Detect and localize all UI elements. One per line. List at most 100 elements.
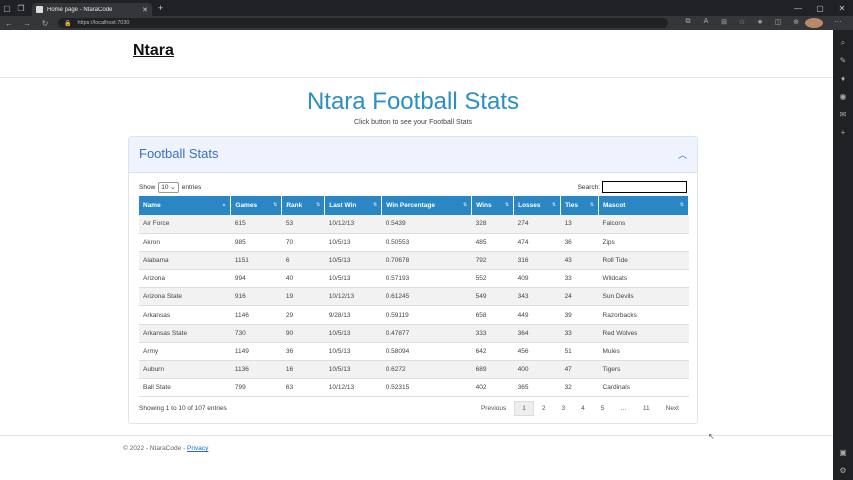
table-cell: Arkansas State bbox=[139, 324, 231, 343]
window-menu-icon[interactable]: ▢ bbox=[0, 4, 14, 13]
split-icon[interactable]: ◫ bbox=[769, 18, 787, 28]
back-icon[interactable]: ← bbox=[0, 19, 18, 28]
column-header[interactable]: Rank ⇅ bbox=[281, 196, 326, 215]
close-window-icon[interactable]: ✕ bbox=[831, 4, 853, 13]
search-icon[interactable]: ⌕ bbox=[841, 34, 845, 52]
tab-actions-icon[interactable]: ❐ bbox=[14, 4, 28, 13]
table-cell: Arkansas bbox=[139, 305, 231, 325]
brand-link[interactable]: Ntara bbox=[133, 42, 174, 60]
new-tab-icon[interactable]: + bbox=[158, 3, 163, 13]
table-cell: Arizona State bbox=[139, 287, 231, 307]
table-cell: 400 bbox=[513, 360, 561, 380]
search-input[interactable] bbox=[602, 181, 687, 193]
forward-icon[interactable]: → bbox=[18, 19, 36, 28]
table-row[interactable]: Ball State 799 63 10/12/13 0.52315 402 365 32 Ca… bbox=[139, 378, 689, 398]
table-row[interactable]: Arkansas State 730 90 10/5/13 0.47877 333 364 3… bbox=[139, 324, 689, 343]
sort-icon[interactable]: ⇅ bbox=[463, 202, 467, 208]
table-cell: 658 bbox=[471, 305, 514, 325]
column-header[interactable]: Last Win ⇅ bbox=[324, 196, 383, 215]
table-cell: Alabama bbox=[139, 251, 231, 271]
browser-tab[interactable]: Home page - NtaraCode ✕ bbox=[32, 3, 152, 16]
table-row[interactable]: Akron 985 70 10/5/13 0.50553 485 474 36 Zips bbox=[139, 233, 689, 252]
column-header[interactable]: Mascot ⇅ bbox=[598, 196, 689, 215]
close-tab-icon[interactable]: ✕ bbox=[142, 6, 148, 14]
table-cell: 29 bbox=[281, 305, 325, 325]
table-cell: 39 bbox=[560, 305, 599, 325]
table-cell: 10/5/13 bbox=[324, 269, 382, 289]
table-cell: 799 bbox=[230, 378, 282, 398]
next-page-button[interactable]: Next bbox=[658, 401, 687, 416]
table-cell: 19 bbox=[281, 287, 325, 307]
column-header[interactable]: Name ▲ bbox=[139, 196, 232, 215]
table-cell: 274 bbox=[513, 215, 561, 234]
table-row[interactable]: Auburn 1136 16 10/5/13 0.6272 689 400 47 Tigers bbox=[139, 360, 689, 380]
sort-icon[interactable]: ⇅ bbox=[505, 202, 509, 208]
table-row[interactable]: Army 1149 36 10/5/13 0.58094 642 456 51 Mules bbox=[139, 342, 689, 362]
sort-icon[interactable]: ⇅ bbox=[590, 202, 594, 208]
url-field[interactable]: 🔒 https://localhost:7030 bbox=[58, 18, 668, 28]
reload-icon[interactable]: ↻ bbox=[36, 19, 54, 28]
table-cell: Zips bbox=[598, 233, 689, 252]
tools-icon[interactable]: ✎ bbox=[840, 52, 847, 70]
sort-icon[interactable]: ⇅ bbox=[273, 202, 277, 208]
outlook-icon[interactable]: ✉ bbox=[840, 106, 847, 124]
entries-select[interactable]: 10 ⌄ bbox=[158, 182, 179, 193]
minimize-icon[interactable]: — bbox=[787, 4, 809, 13]
collections-icon[interactable]: ⊞ bbox=[715, 18, 733, 28]
sort-icon[interactable]: ⇅ bbox=[373, 202, 377, 208]
page-button[interactable]: 4 bbox=[573, 401, 593, 416]
table-cell: Sun Devils bbox=[598, 287, 689, 307]
office-icon[interactable]: ◉ bbox=[840, 88, 847, 106]
table-cell: 456 bbox=[513, 342, 561, 362]
column-header[interactable]: Wins ⇅ bbox=[471, 196, 515, 215]
table-cell: Red Wolves bbox=[598, 324, 689, 343]
sort-icon[interactable]: ⇅ bbox=[552, 202, 556, 208]
app-available-icon[interactable]: ⧉ bbox=[679, 18, 697, 28]
games-icon[interactable]: ♦ bbox=[841, 70, 845, 88]
table-row[interactable]: Arizona State 916 19 10/12/13 0.61245 549 343 2… bbox=[139, 287, 689, 307]
sort-icon[interactable]: ⇅ bbox=[316, 202, 320, 208]
table-cell: 16 bbox=[281, 360, 325, 380]
stats-card-header[interactable]: Football Stats ︿ bbox=[129, 137, 697, 173]
settings-icon[interactable]: ⚙ bbox=[839, 462, 846, 480]
page-button[interactable]: 5 bbox=[593, 401, 613, 416]
sort-icon[interactable]: ⇅ bbox=[680, 202, 684, 208]
table-cell: 994 bbox=[230, 269, 282, 289]
profile-sync-icon[interactable]: ⊕ bbox=[787, 18, 805, 28]
table-row[interactable]: Arizona 994 40 10/5/13 0.57193 552 409 33 Wildca… bbox=[139, 269, 689, 289]
table-cell: 365 bbox=[513, 378, 561, 398]
read-aloud-icon[interactable]: A bbox=[697, 18, 715, 28]
mouse-cursor-icon: ↖ bbox=[708, 432, 715, 441]
stats-table: Name ▲ Games ⇅ Rank ⇅ Last Win ⇅ Win Percentage ⇅… bbox=[139, 196, 689, 398]
more-menu-icon[interactable]: ⋯ bbox=[829, 18, 847, 28]
table-cell: 364 bbox=[513, 324, 561, 343]
url-text: https://localhost:7030 bbox=[77, 20, 130, 26]
table-cell: 10/5/13 bbox=[324, 324, 382, 343]
favorites-list-icon[interactable]: ★ bbox=[751, 18, 769, 28]
favorite-icon[interactable]: ☆ bbox=[733, 18, 751, 28]
table-cell: 0.52315 bbox=[381, 378, 472, 398]
privacy-link[interactable]: Privacy bbox=[187, 445, 208, 452]
table-cell: 449 bbox=[513, 305, 561, 325]
column-header[interactable]: Win Percentage ⇅ bbox=[381, 196, 473, 215]
table-controls: Show 10 ⌄ entries Search: bbox=[139, 179, 687, 195]
page-button[interactable]: 11 bbox=[635, 401, 658, 416]
add-sidebar-icon[interactable]: + bbox=[841, 124, 846, 142]
previous-page-button[interactable]: Previous bbox=[473, 401, 514, 416]
page-button[interactable]: 2 bbox=[534, 401, 554, 416]
table-row[interactable]: Alabama 1151 6 10/5/13 0.70678 792 316 43 Roll T… bbox=[139, 251, 689, 271]
chevron-up-icon[interactable]: ︿ bbox=[678, 148, 687, 161]
lock-icon[interactable]: 🔒 bbox=[64, 20, 71, 27]
maximize-icon[interactable]: ▢ bbox=[809, 4, 831, 13]
profile-avatar[interactable] bbox=[805, 18, 823, 28]
column-header[interactable]: Losses ⇅ bbox=[513, 196, 562, 215]
column-header[interactable]: Games ⇅ bbox=[230, 196, 283, 215]
page-button[interactable]: 3 bbox=[554, 401, 574, 416]
table-cell: 10/12/13 bbox=[324, 215, 382, 234]
column-header[interactable]: Ties ⇅ bbox=[560, 196, 600, 215]
sort-icon[interactable]: ▲ bbox=[221, 202, 226, 208]
sidebar-layout-icon[interactable]: ▣ bbox=[839, 444, 847, 462]
page-button[interactable]: 1 bbox=[514, 401, 534, 416]
table-row[interactable]: Arkansas 1146 29 9/28/13 0.59119 658 449 39 Razo… bbox=[139, 305, 689, 325]
table-row[interactable]: Air Force 615 53 10/12/13 0.5439 328 274 13 Falc… bbox=[139, 215, 689, 234]
